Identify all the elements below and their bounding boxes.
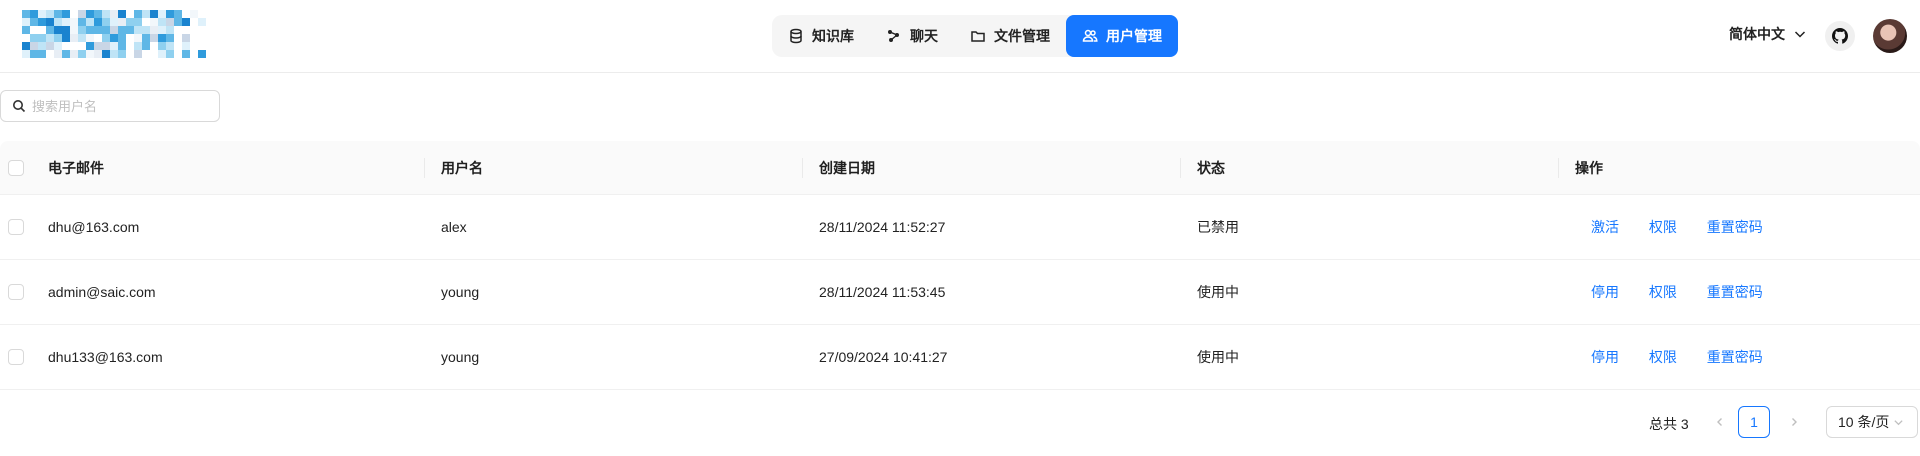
nav-item-label: 知识库 — [812, 28, 854, 44]
permissions-link[interactable]: 权限 — [1649, 284, 1677, 300]
permissions-link[interactable]: 权限 — [1649, 349, 1677, 365]
main-nav: 知识库 聊天 文件管理 用户管理 — [772, 15, 1178, 57]
activate-link[interactable]: 激活 — [1591, 219, 1619, 235]
search-input[interactable] — [32, 98, 212, 114]
reset-password-link[interactable]: 重置密码 — [1707, 349, 1763, 365]
column-email: 电子邮件 — [48, 159, 104, 176]
row-checkbox-cell — [0, 284, 48, 300]
row-checkbox[interactable] — [8, 284, 24, 300]
chat-icon — [888, 30, 899, 42]
database-icon — [790, 28, 802, 44]
logo — [22, 10, 206, 60]
status-cell: 已禁用 — [1197, 219, 1239, 235]
created-cell: 28/11/2024 11:53:45 — [819, 284, 946, 300]
status-cell: 使用中 — [1197, 284, 1239, 300]
users-table: 电子邮件 用户名 创建日期 状态 操作 dhu@163.com alex 28/… — [0, 141, 1920, 390]
row-checkbox[interactable] — [8, 349, 24, 365]
created-cell: 28/11/2024 11:52:27 — [819, 219, 946, 235]
status-cell: 使用中 — [1197, 349, 1239, 365]
github-button[interactable] — [1825, 21, 1855, 51]
prev-page-button[interactable] — [1706, 406, 1734, 438]
page-size-select[interactable]: 10 条/页 — [1826, 406, 1918, 438]
actions-cell: 停用 权限 重置密码 — [1559, 347, 1920, 367]
select-all-checkbox[interactable] — [8, 159, 24, 176]
users-icon — [1082, 29, 1098, 42]
total-count: 总共 3 — [1649, 416, 1689, 432]
avatar[interactable] — [1873, 19, 1907, 53]
chevron-down-icon — [1894, 419, 1903, 425]
deactivate-link[interactable]: 停用 — [1591, 284, 1619, 300]
pagination: 总共 3 1 10 条/页 — [0, 406, 1920, 438]
nav-item-label: 聊天 — [910, 28, 938, 44]
github-icon — [1832, 28, 1848, 44]
table-row: dhu133@163.com young 27/09/2024 10:41:27… — [0, 325, 1920, 390]
language-select[interactable]: 简体中文 — [1729, 24, 1807, 44]
search-box[interactable] — [0, 90, 220, 122]
top-header: 知识库 聊天 文件管理 用户管理 简体中文 — [0, 0, 1920, 73]
deactivate-link[interactable]: 停用 — [1591, 349, 1619, 365]
column-created: 创建日期 — [802, 157, 1180, 178]
table-row: dhu@163.com alex 28/11/2024 11:52:27 已禁用… — [0, 195, 1920, 260]
folder-icon — [971, 31, 985, 42]
actions-cell: 激活 权限 重置密码 — [1559, 217, 1920, 237]
table-row: admin@saic.com young 28/11/2024 11:53:45… — [0, 260, 1920, 325]
page-size-label: 10 条/页 — [1838, 414, 1890, 430]
username-cell: young — [441, 349, 480, 365]
username-cell: alex — [441, 219, 467, 235]
email-cell: admin@saic.com — [48, 284, 156, 300]
column-username: 用户名 — [424, 157, 802, 178]
column-actions: 操作 — [1558, 157, 1919, 178]
row-checkbox[interactable] — [8, 219, 24, 235]
nav-item-knowledge-base[interactable]: 知识库 — [772, 15, 870, 57]
page-number-button[interactable]: 1 — [1738, 406, 1770, 438]
nav-item-label: 文件管理 — [994, 28, 1050, 44]
row-checkbox-cell — [0, 349, 48, 365]
reset-password-link[interactable]: 重置密码 — [1707, 284, 1763, 300]
chevron-down-icon — [1794, 31, 1806, 38]
column-status: 状态 — [1180, 157, 1558, 178]
email-cell: dhu133@163.com — [48, 349, 163, 365]
nav-item-label: 用户管理 — [1106, 28, 1162, 44]
email-cell: dhu@163.com — [48, 219, 140, 235]
chevron-left-icon — [1717, 418, 1722, 426]
created-cell: 27/09/2024 10:41:27 — [819, 349, 948, 365]
header-checkbox-cell — [0, 159, 48, 176]
chevron-right-icon — [1792, 418, 1797, 426]
reset-password-link[interactable]: 重置密码 — [1707, 219, 1763, 235]
next-page-button[interactable] — [1780, 406, 1808, 438]
username-cell: young — [441, 284, 480, 300]
search-icon — [13, 100, 26, 113]
permissions-link[interactable]: 权限 — [1649, 219, 1677, 235]
table-header: 电子邮件 用户名 创建日期 状态 操作 — [0, 141, 1920, 195]
nav-item-chat[interactable]: 聊天 — [870, 15, 954, 57]
language-label: 简体中文 — [1729, 26, 1785, 42]
nav-item-user-management[interactable]: 用户管理 — [1066, 15, 1178, 57]
actions-cell: 停用 权限 重置密码 — [1559, 282, 1920, 302]
row-checkbox-cell — [0, 219, 48, 235]
nav-item-file-management[interactable]: 文件管理 — [954, 15, 1066, 57]
